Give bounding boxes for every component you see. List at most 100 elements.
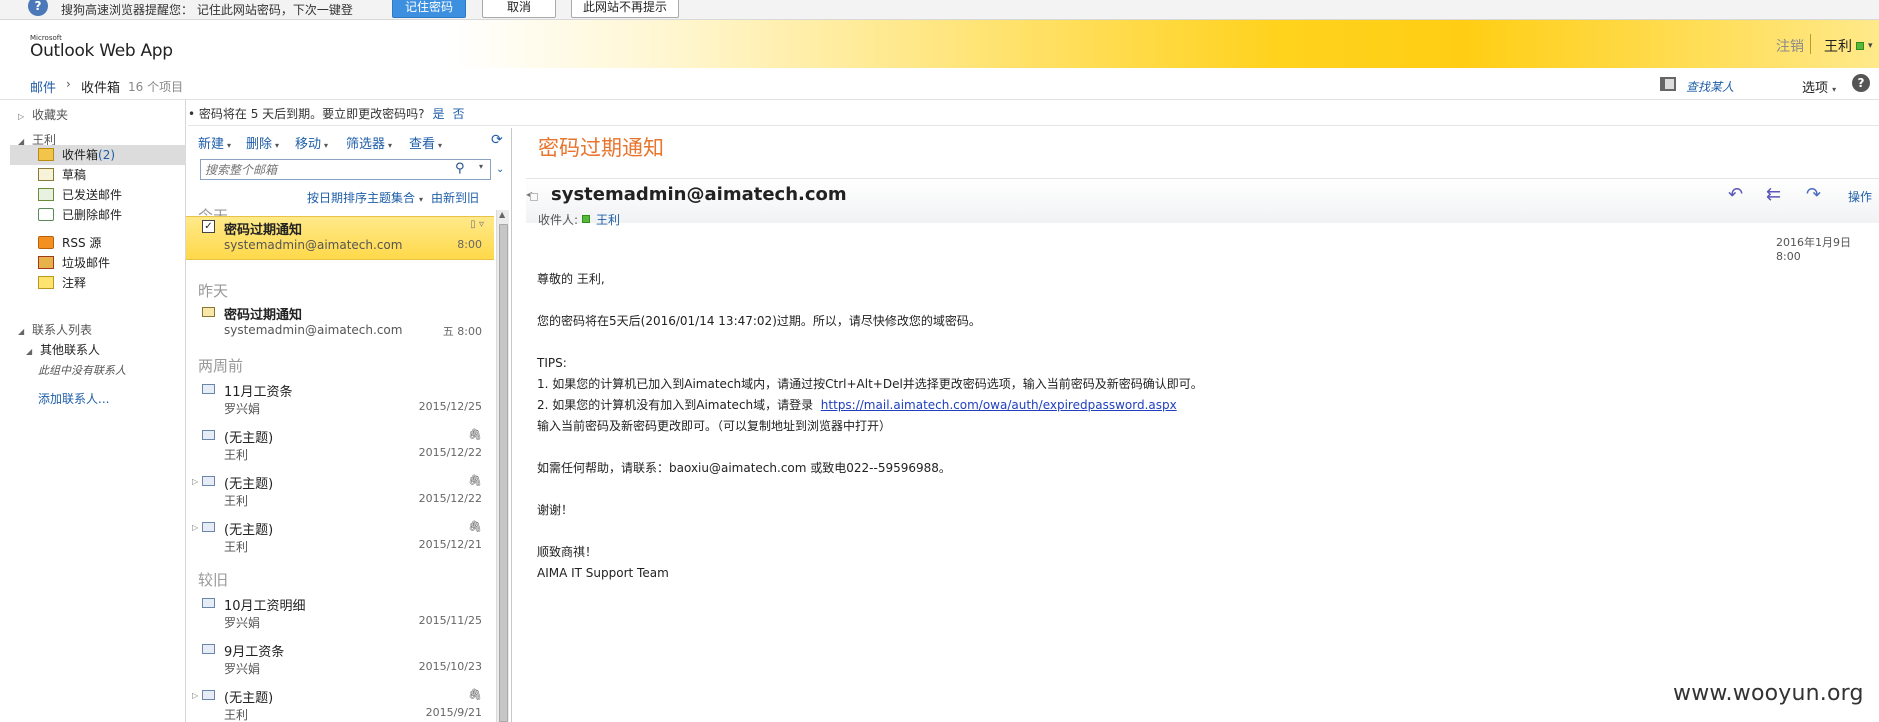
message-row[interactable]: ▷ (无主题) 王利 🖇 2015/12/22 [186, 471, 494, 515]
address-book-icon[interactable] [1660, 77, 1676, 91]
search-icon[interactable]: ⚲ [455, 161, 465, 176]
sort-order-dropdown[interactable]: 按日期排序主题集合 [307, 191, 415, 205]
options-menu[interactable]: 选项 ▾ [1802, 77, 1836, 96]
watermark: www.wooyun.org [1673, 681, 1864, 706]
actions-menu[interactable]: 操作 [1848, 188, 1872, 205]
move-button[interactable]: 移动 ▾ [295, 133, 328, 152]
body-tips-heading: TIPS: [537, 356, 567, 370]
message-sender: 王利 [224, 708, 249, 722]
never-prompt-button[interactable]: 此网站不再提示 [571, 0, 679, 18]
search-input[interactable] [205, 161, 445, 178]
remember-password-button[interactable]: 记住密码 [392, 0, 466, 18]
group-header-two-weeks: 两周前 [198, 357, 244, 375]
message-row[interactable]: 9月工资条 罗兴娟 2015/10/23 [186, 639, 494, 683]
group-header-older: 较旧 [198, 571, 229, 589]
message-subject: (无主题) [224, 691, 274, 706]
app-header: Microsoft Outlook Web App 注销 王利 ▾ [0, 20, 1879, 68]
sidebar-item-label: 收件箱 [62, 148, 99, 162]
message-date: 2015/12/22 [418, 492, 482, 505]
filter-label: 筛选器 [346, 137, 386, 152]
chevron-right-icon: › [66, 77, 71, 91]
chevron-down-icon[interactable]: ▾ [1868, 41, 1873, 51]
signout-link[interactable]: 注销 [1776, 36, 1804, 56]
body-line: 您的密码将在5天后(2016/01/14 13:47:02)过期。所以，请尽快修… [537, 314, 981, 328]
reading-pane: 密码过期通知 ◀ systemadmin@aimatech.com 收件人: 王… [512, 128, 1879, 722]
expired-password-link[interactable]: https://mail.aimatech.com/owa/auth/expir… [821, 398, 1177, 412]
reply-icon[interactable]: ↶ [1728, 184, 1743, 205]
sidebar-item-deleted[interactable]: 已删除邮件 [38, 205, 186, 225]
message-sender: 罗兴娟 [224, 616, 261, 630]
help-icon[interactable]: ? [1852, 74, 1870, 92]
favorites-header[interactable]: ▷ 收藏夹 [18, 106, 68, 123]
chevron-down-icon: ▾ [388, 141, 393, 150]
group-header-yesterday: 昨天 [198, 282, 229, 300]
message-row[interactable]: ▷ (无主题) 王利 🖇 2015/9/21 [186, 685, 494, 722]
expand-conversation-icon[interactable]: ▷ [192, 477, 198, 486]
expand-conversation-icon[interactable]: ▷ [192, 523, 198, 532]
read-envelope-icon [202, 430, 215, 440]
message-date: 2015/12/21 [418, 538, 482, 551]
notes-icon [38, 276, 54, 289]
message-row[interactable]: 11月工资条 罗兴娟 2015/12/25 [186, 379, 494, 423]
notice-no-link[interactable]: 否 [453, 107, 465, 121]
message-subject: (无主题) [224, 477, 274, 492]
message-title: 密码过期通知 [538, 136, 664, 160]
new-button[interactable]: 新建 ▾ [198, 133, 231, 152]
add-contact-link[interactable]: 添加联系人... [38, 390, 109, 407]
sidebar-item-drafts[interactable]: 草稿 [38, 165, 186, 185]
body-signature: AIMA IT Support Team [537, 566, 669, 580]
collapse-triangle-icon: ◢ [26, 347, 33, 356]
message-row[interactable]: 密码过期通知 systemadmin@aimatech.com 五 8:00 [186, 302, 494, 346]
message-subject: (无主题) [224, 431, 274, 446]
user-name[interactable]: 王利 [1824, 36, 1852, 56]
sort-direction-toggle[interactable]: 由新到旧 [431, 191, 479, 205]
refresh-icon[interactable]: ⟳ [491, 132, 503, 148]
chevron-down-icon[interactable]: ▾ [479, 162, 483, 171]
password-expiry-notice: • 密码将在 5 天后到期。要立即更改密码吗? 是否 [188, 102, 1879, 126]
contact-lists-header[interactable]: ◢ 联系人列表 [18, 321, 92, 338]
chevron-down-icon[interactable]: ▾ [419, 195, 423, 204]
find-people-input[interactable]: 查找某人 [1686, 78, 1734, 95]
unread-count: (2) [98, 148, 116, 162]
expand-chevron-icon[interactable]: ⌄ [496, 164, 504, 175]
list-scrollbar[interactable]: ▲ [496, 210, 509, 722]
filter-button[interactable]: 筛选器 ▾ [346, 133, 392, 152]
message-row-selected[interactable]: ✓ 密码过期通知 systemadmin@aimatech.com ▯ ▿ 8:… [186, 216, 494, 260]
checkbox-checked-icon[interactable]: ✓ [202, 220, 215, 233]
message-row[interactable]: 10月工资明细 罗兴娟 2015/11/25 [186, 593, 494, 637]
message-date: 2015/9/21 [425, 706, 482, 719]
message-row[interactable]: ▷ (无主题) 王利 🖇 2015/12/21 [186, 517, 494, 561]
scrollbar-thumb[interactable] [499, 224, 508, 722]
forward-icon[interactable]: ↷ [1806, 184, 1821, 205]
sidebar-item-label: 已发送邮件 [62, 188, 123, 202]
body-tip-prefix: 2. 如果您的计算机没有加入到Aimatech域，请登录 [537, 398, 814, 412]
notice-yes-link[interactable]: 是 [433, 107, 445, 121]
message-sender: 罗兴娟 [224, 402, 261, 416]
scroll-up-arrow-icon[interactable]: ▲ [499, 210, 505, 219]
other-contacts-group[interactable]: ◢ 其他联系人 [26, 341, 100, 358]
flag-icon[interactable]: ▯ ▿ [470, 219, 484, 230]
sidebar-item-sent[interactable]: 已发送邮件 [38, 185, 186, 205]
sidebar-item-rss[interactable]: RSS 源 [38, 233, 186, 253]
favorites-label: 收藏夹 [32, 108, 69, 122]
expand-conversation-icon[interactable]: ▷ [192, 691, 198, 700]
notice-text: • 密码将在 5 天后到期。要立即更改密码吗? [188, 107, 425, 121]
breadcrumb-mail[interactable]: 邮件 [30, 77, 56, 96]
recipient-name[interactable]: 王利 [596, 211, 620, 228]
body-help: 如需任何帮助，请联系：baoxiu@aimatech.com 或致电022--5… [537, 461, 951, 475]
message-row[interactable]: (无主题) 王利 🖇 2015/12/22 [186, 425, 494, 469]
sidebar-item-notes[interactable]: 注释 [38, 273, 186, 293]
sidebar-item-inbox[interactable]: 收件箱(2) [10, 145, 186, 165]
reply-all-icon[interactable]: ⇇ [1766, 184, 1781, 205]
view-button[interactable]: 查看 ▾ [409, 133, 442, 152]
deleted-icon [38, 208, 54, 221]
cancel-button[interactable]: 取消 [482, 0, 556, 18]
password-save-notification-bar: ? 搜狗高速浏览器提醒您： 记住此网站密码，下次一键登录！ 记住密码 取消 此网… [0, 0, 1879, 34]
breadcrumb-inbox: 收件箱 [81, 81, 121, 96]
sidebar-item-junk[interactable]: 垃圾邮件 [38, 253, 186, 273]
sender-presence-icon [530, 193, 538, 201]
message-date: 8:00 [457, 238, 482, 251]
message-sender[interactable]: systemadmin@aimatech.com [551, 184, 847, 205]
delete-button[interactable]: 删除 ▾ [246, 133, 279, 152]
body-thanks: 谢谢！ [537, 503, 574, 517]
